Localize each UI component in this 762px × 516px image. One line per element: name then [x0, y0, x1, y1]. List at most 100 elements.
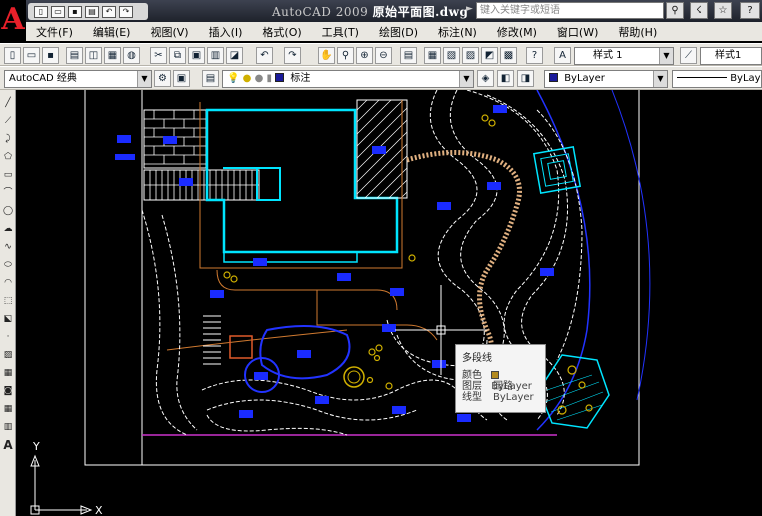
chevron-down-icon[interactable]: ▼	[659, 48, 673, 64]
layer-state-icon[interactable]: ◨	[517, 70, 534, 87]
redo-icon[interactable]: ↷	[119, 5, 133, 18]
menu-format[interactable]: 格式(O)	[252, 24, 311, 40]
hatch-icon[interactable]: ▨	[1, 348, 15, 362]
workspace-value: AutoCAD 经典	[9, 73, 77, 84]
arc-icon[interactable]: ⌒	[1, 186, 15, 200]
properties-icon[interactable]: ▤	[400, 47, 417, 64]
save-file-icon[interactable]: ▪	[42, 47, 59, 64]
title-menu-arrow-icon[interactable]: ►	[466, 4, 473, 14]
tooltip-value: ByLayer	[491, 370, 539, 392]
undo-button-icon[interactable]: ↶	[256, 47, 273, 64]
color-select[interactable]: ByLayer ▼	[544, 70, 668, 88]
menu-dimension[interactable]: 标注(N)	[428, 24, 487, 40]
rectangle-icon[interactable]: ▭	[1, 168, 15, 182]
dimension-style-icon[interactable]: ⟋	[680, 47, 697, 64]
autocad-logo[interactable]: A	[0, 0, 26, 40]
linetype-select[interactable]: ByLayer	[672, 70, 762, 88]
ellipse-arc-icon[interactable]: ◠	[1, 276, 15, 290]
layer-previous-icon[interactable]: ◧	[497, 70, 514, 87]
help-icon[interactable]: ?	[740, 2, 760, 19]
circle-icon[interactable]: ◯	[1, 204, 15, 218]
block-editor-icon[interactable]: ◪	[226, 47, 243, 64]
help-button-icon[interactable]: ?	[526, 47, 543, 64]
zoom-previous-icon[interactable]: ⊖	[375, 47, 392, 64]
linetype-value: ByLayer	[730, 73, 761, 84]
layer-properties-icon[interactable]: ▤	[202, 70, 219, 87]
workspace-select[interactable]: AutoCAD 经典 ▼	[4, 70, 152, 88]
menu-help[interactable]: 帮助(H)	[608, 24, 667, 40]
undo-icon[interactable]: ↶	[102, 5, 116, 18]
paste-icon[interactable]: ▣	[188, 47, 205, 64]
make-block-icon[interactable]: ⬕	[1, 312, 15, 326]
revision-cloud-icon[interactable]: ☁	[1, 222, 15, 236]
match-properties-icon[interactable]: ▥	[207, 47, 224, 64]
zoom-realtime-icon[interactable]: ⚲	[337, 47, 354, 64]
polyline-icon[interactable]: ⤸	[1, 132, 15, 146]
text-style-icon[interactable]: A	[554, 47, 571, 64]
favorites-icon[interactable]: ☆	[714, 2, 732, 19]
new-icon[interactable]: ▯	[34, 5, 48, 18]
menu-edit[interactable]: 编辑(E)	[83, 24, 141, 40]
chevron-down-icon[interactable]: ▼	[137, 71, 151, 87]
menu-file[interactable]: 文件(F)	[26, 24, 83, 40]
print-icon[interactable]: ▤	[85, 5, 99, 18]
tooltip-linetype-value: ByLayer	[493, 392, 534, 403]
copy-icon[interactable]: ⧉	[169, 47, 186, 64]
search-icon[interactable]: ⚲	[666, 2, 684, 19]
multiline-text-icon[interactable]: A	[1, 438, 15, 452]
qnew-icon[interactable]: ▯	[4, 47, 21, 64]
plot-icon[interactable]: ▤	[66, 47, 83, 64]
open-file-icon[interactable]: ▭	[23, 47, 40, 64]
linetype-line	[677, 77, 727, 78]
markup-set-icon[interactable]: ◩	[481, 47, 498, 64]
menu-insert[interactable]: 插入(I)	[199, 24, 253, 40]
region-icon[interactable]: ◙	[1, 384, 15, 398]
layer-color-swatch	[275, 73, 285, 82]
zoom-window-icon[interactable]: ⊕	[356, 47, 373, 64]
sheet-set-icon[interactable]: ▨	[462, 47, 479, 64]
menu-modify[interactable]: 修改(M)	[487, 24, 547, 40]
drawing-area[interactable]: Y X	[17, 90, 762, 516]
ucs-x-label: X	[95, 504, 103, 516]
menu-view[interactable]: 视图(V)	[140, 24, 198, 40]
gradient-icon[interactable]: ▦	[1, 366, 15, 380]
spline-icon[interactable]: ∿	[1, 240, 15, 254]
communication-center-icon[interactable]: ☇	[690, 2, 708, 19]
table-icon[interactable]: ▦	[1, 402, 15, 416]
workspace-settings-icon[interactable]: ⚙	[154, 70, 171, 87]
dim-style-select[interactable]: 样式1	[700, 47, 762, 65]
menu-tools[interactable]: 工具(T)	[312, 24, 369, 40]
tooltip-title: 多段线	[462, 353, 492, 364]
color-swatch	[491, 371, 500, 379]
menu-window[interactable]: 窗口(W)	[547, 24, 608, 40]
redo-button-icon[interactable]: ↷	[284, 47, 301, 64]
insert-block-icon[interactable]: ⬚	[1, 294, 15, 308]
make-object-layer-current-icon[interactable]: ◈	[477, 70, 494, 87]
3d-dwf-icon[interactable]: ◍	[123, 47, 140, 64]
layer-select[interactable]: 💡 ● ● ▮ 标注 ▼	[222, 70, 474, 88]
calculator-icon[interactable]: ▩	[500, 47, 517, 64]
point-icon[interactable]: ·	[1, 330, 15, 344]
bench-symbol	[229, 335, 253, 359]
my-workspace-icon[interactable]: ▣	[173, 70, 190, 87]
table-grid-icon[interactable]: ▥	[1, 420, 15, 434]
help-search-input[interactable]: 键入关键字或短语	[476, 2, 664, 19]
publish-icon[interactable]: ▦	[104, 47, 121, 64]
menu-draw[interactable]: 绘图(D)	[369, 24, 428, 40]
cut-icon[interactable]: ✂	[150, 47, 167, 64]
text-style-select[interactable]: 样式 1 ▼	[574, 47, 674, 65]
line-icon[interactable]: ╱	[1, 96, 15, 110]
tool-palettes-icon[interactable]: ▧	[443, 47, 460, 64]
plot-preview-icon[interactable]: ◫	[85, 47, 102, 64]
pan-icon[interactable]: ✋	[318, 47, 335, 64]
save-icon[interactable]: ▪	[68, 5, 82, 18]
construction-line-icon[interactable]: ⟋	[1, 114, 15, 128]
tooltip-row-linetype: 线型 ByLayer	[462, 392, 539, 403]
ellipse-icon[interactable]: ⬭	[1, 258, 15, 272]
chevron-down-icon[interactable]: ▼	[459, 71, 473, 87]
open-icon[interactable]: ▭	[51, 5, 65, 18]
layer-value: 标注	[290, 73, 311, 84]
design-center-icon[interactable]: ▦	[424, 47, 441, 64]
polygon-icon[interactable]: ⬠	[1, 150, 15, 164]
chevron-down-icon[interactable]: ▼	[653, 71, 667, 87]
